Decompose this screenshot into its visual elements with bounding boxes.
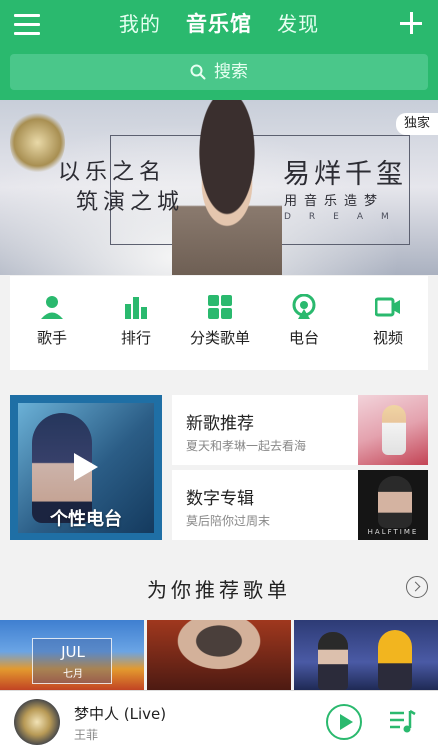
new-songs-card[interactable]: 新歌推荐 夏天和孝琳一起去看海 [172, 395, 428, 465]
recommend-section-title: 为你推荐歌单 [147, 578, 291, 602]
category-radio[interactable]: 电台 [262, 294, 346, 348]
mini-player[interactable]: 梦中人 (Live) 王菲 [0, 690, 438, 750]
playlist-cover-label: JUL 七月 [32, 638, 112, 684]
category-playlists[interactable]: 分类歌单 [178, 294, 262, 348]
playlist-card[interactable] [294, 620, 438, 690]
category-label: 分类歌单 [189, 329, 250, 347]
playlist-card[interactable] [147, 620, 291, 690]
category-label: 电台 [288, 329, 319, 347]
video-icon [375, 297, 400, 317]
category-label: 视频 [372, 329, 403, 347]
play-icon[interactable] [74, 453, 98, 481]
banner-subtitle: 用音乐造梦 [284, 194, 385, 209]
category-nav: 歌手 排行 分类歌单 电台 视频 [10, 276, 428, 370]
chart-icon [125, 297, 147, 319]
playlist-cover-month: JUL [61, 643, 85, 661]
singer-icon [41, 296, 63, 319]
tab-mine[interactable]: 我的 [119, 8, 161, 37]
playlist-card[interactable]: JUL 七月 [0, 620, 144, 690]
chevron-right-icon[interactable] [406, 576, 428, 598]
now-playing-cover[interactable] [14, 699, 60, 745]
category-icon [208, 295, 232, 319]
new-songs-title: 新歌推荐 [186, 414, 254, 434]
category-label: 歌手 [36, 329, 67, 347]
playlist-cover-month-cn: 七月 [63, 669, 83, 680]
digital-album-thumbnail: HALFTIME [358, 470, 428, 540]
tab-discover[interactable]: 发现 [277, 8, 319, 37]
play-circle-icon[interactable] [326, 704, 362, 740]
digital-album-subtitle: 莫后陪你过周末 [186, 514, 271, 528]
banner-slogan: 以乐之名 筑演之城 [58, 158, 184, 218]
now-playing-artist: 王菲 [74, 728, 99, 742]
digital-album-card[interactable]: 数字专辑 莫后陪你过周末 HALFTIME [172, 470, 428, 540]
category-singer[interactable]: 歌手 [10, 294, 94, 348]
tab-music-hall[interactable]: 音乐馆 [186, 8, 252, 38]
album-thumb-text: HALFTIME [367, 528, 419, 536]
promo-banner[interactable]: 以乐之名 筑演之城 易烊千玺 用音乐造梦 DREAM [0, 100, 438, 275]
plus-icon[interactable] [398, 10, 424, 36]
banner-artist-photo [172, 100, 282, 275]
banner-slogan-line2: 筑演之城 [76, 190, 185, 215]
category-label: 排行 [120, 329, 151, 347]
search-icon [190, 64, 206, 80]
top-tabs: 我的 音乐馆 发现 [0, 8, 438, 38]
banner-slogan-line1: 以乐之名 [58, 160, 167, 185]
category-video[interactable]: 视频 [346, 294, 430, 348]
radio-icon [292, 294, 316, 319]
new-songs-subtitle: 夏天和孝琳一起去看海 [186, 439, 307, 453]
category-chart[interactable]: 排行 [94, 294, 178, 348]
search-input[interactable]: 搜索 [10, 54, 428, 90]
new-songs-thumbnail [358, 395, 428, 465]
personal-radio-card[interactable]: 个性电台 [10, 395, 162, 540]
banner-logo [10, 110, 65, 175]
now-playing-song: 梦中人 (Live) [74, 705, 167, 723]
personal-radio-label: 个性电台 [50, 509, 122, 530]
top-bar: 我的 音乐馆 发现 搜索 [0, 0, 438, 100]
banner-subtitle-en: DREAM [284, 212, 407, 222]
banner-title: 易烊千玺 [283, 159, 407, 190]
playlist-icon[interactable] [388, 707, 416, 735]
search-placeholder: 搜索 [214, 62, 248, 82]
exclusive-badge: 独家 [395, 113, 438, 135]
digital-album-title: 数字专辑 [186, 489, 254, 509]
